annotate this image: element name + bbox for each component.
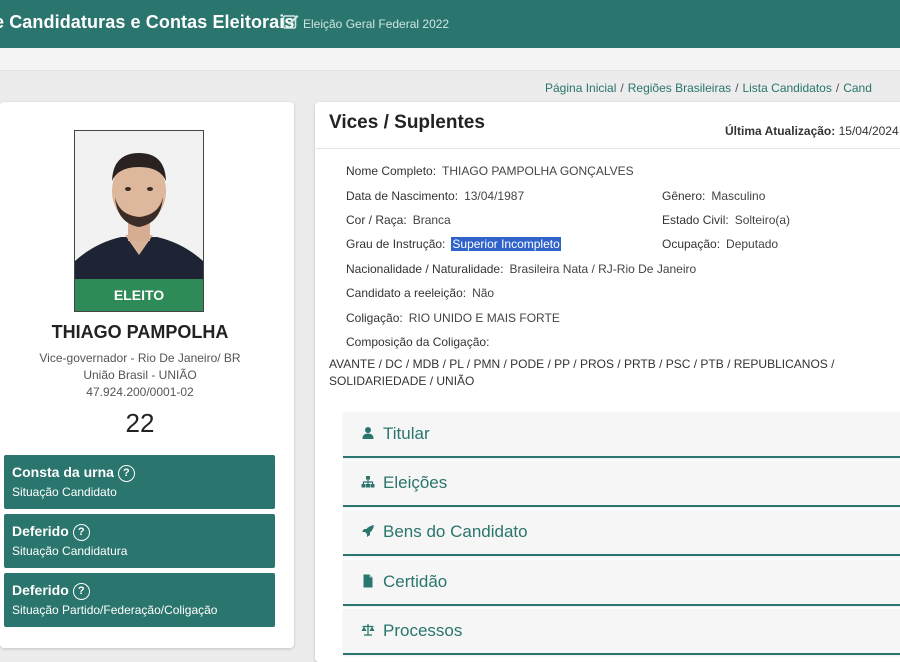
breadcrumb-regions[interactable]: Regiões Brasileiras — [628, 81, 731, 95]
vices-suplentes-card: Vices / Suplentes Última Atualização: 15… — [315, 102, 900, 662]
accordion-label: Titular — [383, 424, 430, 443]
candidate-profile-card: ELEITO THIAGO PAMPOLHA Vice-governador -… — [0, 102, 294, 648]
rocket-icon — [362, 525, 374, 537]
top-bar: e Candidaturas e Contas Eleitorais Eleiç… — [0, 0, 900, 48]
help-circle-icon[interactable]: ? — [72, 524, 90, 541]
elected-badge: ELEITO — [75, 279, 203, 311]
coalition-parties: AVANTE / DC / MDB / PL / PMN / PODE / PP… — [329, 357, 835, 388]
field-gender: Gênero: Masculino — [662, 189, 766, 203]
field-race: Cor / Raça: Branca — [346, 213, 451, 227]
card-title: Vices / Suplentes — [329, 112, 485, 133]
status-subtitle: Situação Candidato — [12, 485, 117, 499]
status-subtitle: Situação Candidatura — [12, 544, 128, 558]
status-title: Deferido — [12, 582, 69, 598]
last-updated: Última Atualização: 15/04/2024 — [725, 124, 899, 138]
election-label[interactable]: Eleição Geral Federal 2022 — [303, 17, 449, 31]
candidate-photo: ELEITO — [74, 130, 204, 312]
field-coalition: Coligação: RIO UNIDO E MAIS FORTE — [346, 311, 560, 325]
help-circle-icon[interactable]: ? — [72, 583, 90, 600]
candidate-name: THIAGO PAMPOLHA — [51, 322, 229, 342]
status-party-box: Deferido? Situação Partido/Federação/Col… — [4, 573, 275, 627]
document-icon — [363, 574, 373, 588]
accordion-label: Processos — [383, 621, 463, 640]
last-updated-value: 15/04/2024 — [838, 124, 899, 138]
breadcrumb-separator: / — [735, 81, 739, 95]
app-title: e Candidaturas e Contas Eleitorais — [0, 12, 295, 32]
breadcrumb-separator: / — [835, 81, 840, 95]
accordion-processos[interactable]: Processos — [343, 609, 900, 655]
status-candidacy-box: Deferido? Situação Candidatura — [4, 514, 275, 568]
last-updated-label: Última Atualização: — [725, 124, 836, 138]
breadcrumb-candidates-list[interactable]: Lista Candidatos — [742, 81, 831, 95]
status-subtitle: Situação Partido/Federação/Coligação — [12, 603, 218, 617]
breadcrumb: Página Inicial / Regiões Brasileiras / Lista… — [545, 81, 872, 95]
user-icon — [362, 427, 374, 439]
field-occupation: Ocupação: Deputado — [662, 237, 779, 251]
accordion-certidao[interactable]: Certidão — [343, 560, 900, 606]
status-title: Deferido — [12, 523, 69, 539]
field-nationality: Nacionalidade / Naturalidade: Brasileira … — [346, 262, 697, 276]
accordion-eleicoes[interactable]: Eleições — [343, 461, 900, 507]
candidate-office: Vice-governador - Rio De Janeiro/ BR — [39, 351, 241, 365]
breadcrumb-home[interactable]: Página Inicial — [545, 81, 616, 95]
status-candidate-box: Consta da urna? Situação Candidato — [4, 455, 275, 509]
field-reelection: Candidato a reeleição: Não — [346, 286, 495, 300]
breadcrumb-candidate[interactable]: Cand — [843, 81, 872, 95]
candidate-party: União Brasil - UNIÃO — [83, 368, 197, 382]
edit-square-icon[interactable] — [282, 13, 300, 31]
field-full-name: Nome Completo: THIAGO PAMPOLHA GONÇALVES — [346, 164, 634, 178]
candidate-number: 22 — [125, 408, 155, 438]
field-marital-status: Estado Civil: Solteiro(a) — [662, 213, 791, 227]
accordion-bens-do-candidato[interactable]: Bens do Candidato — [343, 510, 900, 556]
status-title: Consta da urna — [12, 464, 114, 480]
scale-icon — [361, 624, 375, 636]
candidate-cnpj: 47.924.200/0001-02 — [86, 385, 194, 399]
breadcrumb-separator: / — [620, 81, 624, 95]
accordion-titular[interactable]: Titular — [343, 412, 900, 458]
accordion-label: Certidão — [383, 572, 448, 591]
sub-header-band — [0, 48, 900, 71]
field-birth-date: Data de Nascimento: 13/04/1987 — [346, 189, 525, 203]
sitemap-icon — [361, 476, 375, 488]
help-circle-icon[interactable]: ? — [117, 465, 135, 482]
selected-text[interactable]: Superior Incompleto — [451, 237, 561, 251]
accordion-label: Bens do Candidato — [383, 522, 528, 541]
accordion-label: Eleições — [383, 473, 448, 492]
field-coalition-composition: Composição da Coligação: — [346, 335, 490, 349]
field-education: Grau de Instrução: Superior Incompleto — [346, 237, 561, 251]
card-header: Vices / Suplentes Última Atualização: 15… — [315, 102, 900, 149]
